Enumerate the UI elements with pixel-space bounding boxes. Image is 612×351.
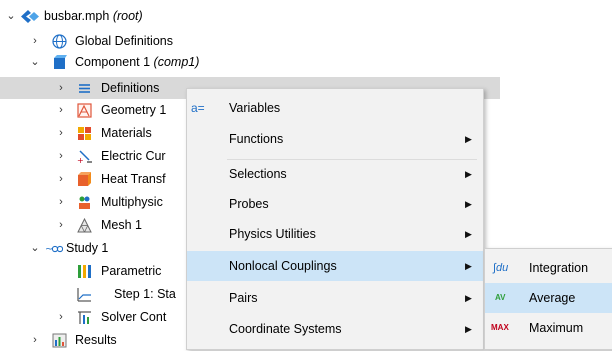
- submenu-arrow-icon: ▶: [465, 169, 472, 179]
- maximum-label: Maximum: [529, 321, 584, 335]
- tree-node-heat-transfer[interactable]: › Heat Transf: [0, 168, 190, 190]
- menu-item-selections[interactable]: Selections ▶: [187, 159, 483, 189]
- tree-node-electric-currents[interactable]: › + Electric Cur: [0, 145, 190, 167]
- tree-node-study[interactable]: ⌄ ~ Study 1: [0, 237, 190, 259]
- submenu-arrow-icon: ▶: [465, 134, 472, 144]
- submenu-arrow-icon: ▶: [465, 229, 472, 239]
- nonlocal-couplings-label: Nonlocal Couplings: [229, 259, 337, 273]
- chevron-right-icon[interactable]: ›: [56, 306, 66, 328]
- tree-node-study-step[interactable]: Step 1: Sta: [0, 283, 190, 305]
- study-label: Study 1: [66, 241, 109, 255]
- global-definitions-label: Global Definitions: [75, 34, 173, 48]
- physics-utilities-label: Physics Utilities: [229, 227, 316, 241]
- average-label: Average: [529, 291, 576, 305]
- submenu-arrow-icon: ▶: [465, 324, 472, 334]
- submenu-item-average[interactable]: AV Average: [485, 283, 612, 313]
- chevron-right-icon[interactable]: ›: [56, 77, 66, 99]
- chevron-right-icon[interactable]: ›: [56, 168, 66, 190]
- tree-node-geometry[interactable]: › Geometry 1: [0, 99, 190, 121]
- globe-icon: [52, 34, 67, 49]
- submenu-arrow-icon: ▶: [465, 261, 472, 271]
- electric-currents-label: Electric Cur: [101, 149, 166, 163]
- chevron-right-icon[interactable]: ›: [56, 191, 66, 213]
- chevron-down-icon[interactable]: ⌄: [6, 5, 16, 27]
- chevron-right-icon[interactable]: ›: [56, 145, 66, 167]
- chevron-right-icon[interactable]: ›: [30, 30, 40, 52]
- solver-configurations-label: Solver Cont: [101, 310, 167, 324]
- submenu-arrow-icon: ▶: [465, 293, 472, 303]
- pairs-label: Pairs: [229, 291, 258, 305]
- root-suffix: (root): [112, 9, 143, 23]
- study-icon: ~: [45, 244, 63, 255]
- comsol-model-icon: [21, 10, 39, 23]
- maximum-icon: MAX: [491, 323, 509, 332]
- mesh-label: Mesh 1: [101, 218, 142, 232]
- heat-transfer-icon: [78, 172, 91, 186]
- stationary-step-icon: [77, 288, 91, 302]
- solver-configurations-icon: [78, 311, 91, 324]
- definitions-list-icon: [79, 84, 90, 93]
- variables-label: Variables: [229, 101, 281, 115]
- tree-node-root[interactable]: ⌄ busbar.mph (root): [0, 5, 300, 27]
- definitions-label: Definitions: [101, 81, 160, 95]
- submenu-item-maximum[interactable]: MAX Maximum: [485, 313, 612, 343]
- tree-node-component[interactable]: ⌄ Component 1 (comp1): [0, 51, 300, 73]
- menu-item-variables[interactable]: a= Variables: [187, 93, 483, 123]
- study-step-label: Step 1: Sta: [114, 287, 176, 301]
- component-label: Component 1: [75, 55, 151, 69]
- svg-text:+: +: [77, 156, 84, 164]
- submenu-arrow-icon: ▶: [465, 199, 472, 209]
- parametric-sweep-icon: [78, 265, 91, 278]
- menu-item-physics-utilities[interactable]: Physics Utilities ▶: [187, 219, 483, 249]
- nonlocal-couplings-submenu: ∫du Integration AV Average MAX Maximum: [484, 248, 612, 350]
- menu-item-nonlocal-couplings[interactable]: Nonlocal Couplings ▶: [187, 251, 483, 281]
- probes-label: Probes: [229, 197, 269, 211]
- coordinate-systems-label: Coordinate Systems: [229, 322, 342, 336]
- chevron-right-icon[interactable]: ›: [56, 99, 66, 121]
- parametric-sweep-label: Parametric: [101, 264, 162, 278]
- geometry-icon: [77, 103, 92, 118]
- component-cube-icon: [54, 55, 67, 69]
- geometry-label: Geometry 1: [101, 103, 167, 117]
- tree-node-global-definitions[interactable]: › Global Definitions: [0, 30, 300, 52]
- integration-icon: ∫du: [493, 262, 509, 274]
- tree-node-mesh[interactable]: › Mesh 1: [0, 214, 190, 236]
- component-suffix: (comp1): [153, 55, 200, 69]
- integration-label: Integration: [529, 261, 589, 275]
- root-label: busbar.mph: [44, 9, 110, 23]
- heat-transfer-label: Heat Transf: [101, 172, 166, 186]
- chevron-down-icon[interactable]: ⌄: [30, 51, 40, 73]
- menu-item-probes[interactable]: Probes ▶: [187, 189, 483, 219]
- tree-node-materials[interactable]: › Materials: [0, 122, 190, 144]
- chevron-right-icon[interactable]: ›: [56, 214, 66, 236]
- submenu-item-integration[interactable]: ∫du Integration: [485, 253, 612, 283]
- tree-node-solver-configurations[interactable]: › Solver Cont: [0, 306, 190, 328]
- chevron-right-icon[interactable]: ›: [56, 122, 66, 144]
- average-icon: AV: [495, 293, 506, 302]
- electric-currents-icon: +: [77, 150, 92, 164]
- mesh-icon: [77, 218, 92, 233]
- variables-icon: a=: [191, 101, 205, 115]
- functions-label: Functions: [229, 132, 284, 146]
- context-menu: a= Variables Functions ▶ Selections ▶ Pr…: [186, 88, 484, 350]
- chevron-down-icon[interactable]: ⌄: [30, 237, 40, 259]
- results-icon: [52, 333, 67, 348]
- selections-label: Selections: [229, 167, 287, 181]
- menu-item-pairs[interactable]: Pairs ▶: [187, 283, 483, 313]
- materials-label: Materials: [101, 126, 152, 140]
- materials-icon: [78, 127, 91, 140]
- tree-node-multiphysics[interactable]: › Multiphysic: [0, 191, 190, 213]
- multiphysics-label: Multiphysic: [101, 195, 163, 209]
- menu-item-coordinate-systems[interactable]: Coordinate Systems ▶: [187, 314, 483, 344]
- menu-item-functions[interactable]: Functions ▶: [187, 124, 483, 154]
- tree-node-parametric-sweep[interactable]: Parametric: [0, 260, 190, 282]
- multiphysics-icon: [79, 196, 90, 209]
